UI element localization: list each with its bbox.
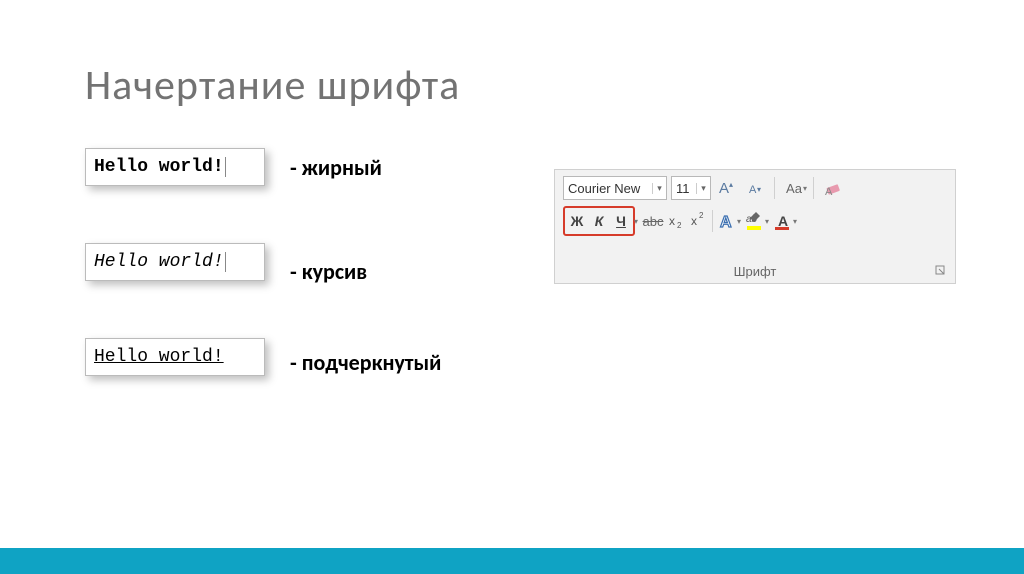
svg-text:A: A [719, 180, 729, 197]
svg-text:A: A [749, 184, 757, 196]
ribbon-group-label: Шрифт [555, 264, 955, 279]
slide-footer-bar [0, 548, 1024, 574]
eraser-icon: A [823, 178, 843, 198]
divider [813, 177, 814, 199]
divider [712, 210, 713, 232]
subscript-base: x [669, 214, 675, 228]
bold-button[interactable]: Ж [566, 210, 588, 232]
italic-button[interactable]: К [588, 210, 610, 232]
svg-text:A: A [720, 214, 732, 231]
grow-font-icon: A▴ [717, 178, 737, 198]
label-underline: - подчеркнутый [290, 349, 441, 376]
label-italic: - курсив [290, 258, 367, 285]
svg-text:▾: ▾ [757, 185, 761, 194]
example-bold-text: Hello world! [94, 157, 224, 177]
label-bold: - жирный [290, 154, 382, 181]
chevron-down-icon[interactable]: ▾ [634, 217, 638, 226]
clear-formatting-button[interactable]: A [821, 176, 845, 200]
chevron-down-icon[interactable]: ▾ [803, 184, 807, 193]
change-case-icon: Aa [786, 181, 802, 196]
text-effects-button[interactable]: A [716, 210, 738, 232]
font-ribbon-group: ▾ ▾ A▴ A▾ Aa ▾ A Ж К Ч ▾ [554, 169, 956, 284]
bold-italic-underline-highlight: Ж К Ч [563, 206, 635, 236]
font-color-button[interactable]: A [772, 210, 794, 232]
example-italic-text: Hello world! [94, 252, 224, 272]
shrink-font-button[interactable]: A▾ [743, 176, 767, 200]
ribbon-row-bottom: Ж К Ч ▾ abc x 2 x 2 A ▾ ab ▾ [555, 202, 955, 240]
superscript-s: 2 [699, 211, 703, 220]
example-underline-box: Hello world! [85, 338, 265, 376]
chevron-down-icon[interactable]: ▾ [696, 183, 710, 194]
ribbon-row-top: ▾ ▾ A▴ A▾ Aa ▾ A [555, 170, 955, 202]
font-size-combobox[interactable]: ▾ [671, 176, 711, 200]
subscript-button[interactable]: x 2 [665, 210, 687, 232]
chevron-down-icon[interactable]: ▾ [737, 217, 741, 226]
example-underline-text: Hello world! [94, 347, 224, 367]
dialog-launcher-button[interactable] [935, 265, 949, 279]
svg-text:▴: ▴ [729, 180, 733, 189]
example-italic-box: Hello world! [85, 243, 265, 281]
svg-text:A: A [825, 186, 833, 198]
text-cursor [225, 252, 226, 272]
font-name-combobox[interactable]: ▾ [563, 176, 667, 200]
change-case-button[interactable]: Aa ▾ [782, 176, 806, 200]
superscript-base: x [691, 214, 697, 228]
strikethrough-button[interactable]: abc [641, 214, 665, 229]
font-name-input[interactable] [564, 177, 652, 199]
shrink-font-icon: A▾ [745, 178, 765, 198]
dialog-launcher-icon [935, 265, 947, 277]
text-effects-icon: A [717, 211, 737, 231]
underline-button[interactable]: Ч [610, 210, 632, 232]
subscript-s: 2 [677, 221, 681, 230]
font-size-input[interactable] [672, 177, 696, 199]
example-bold-box: Hello world! [85, 148, 265, 186]
grow-font-button[interactable]: A▴ [715, 176, 739, 200]
highlight-color-button[interactable]: ab [744, 210, 766, 232]
slide-title: Начертание шрифта [85, 60, 460, 111]
font-color-bar [775, 227, 789, 230]
superscript-button[interactable]: x 2 [687, 210, 709, 232]
text-cursor [225, 157, 226, 177]
chevron-down-icon[interactable]: ▾ [652, 183, 666, 194]
highlight-color-bar [747, 226, 761, 230]
divider [774, 177, 775, 199]
